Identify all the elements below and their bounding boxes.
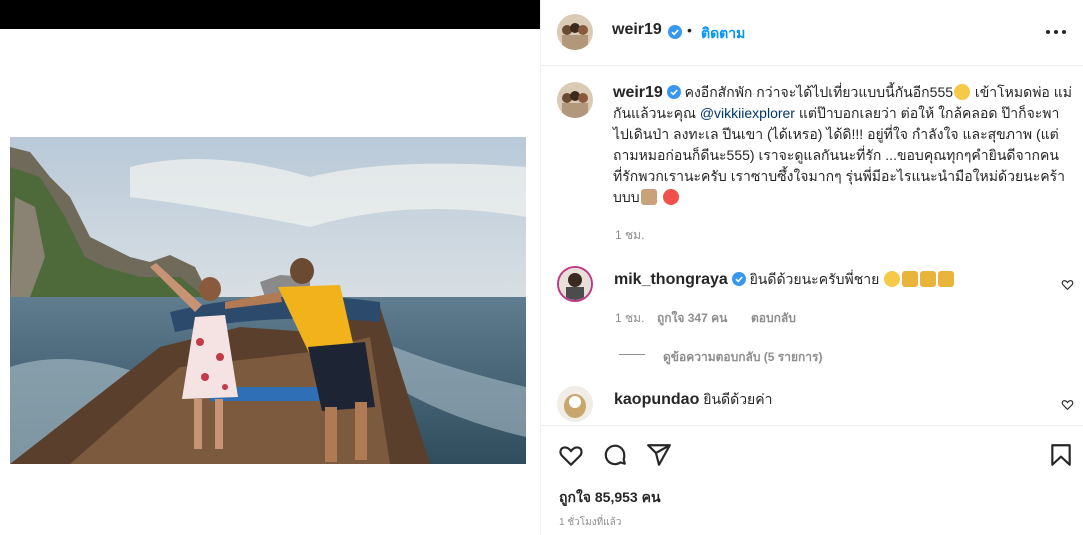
grin-emoji-icon: [954, 84, 971, 100]
comments-section: weir19 คงอีกสักพัก กว่าจะได้ไปเที่ยวแบบน…: [541, 67, 1083, 425]
comment-username[interactable]: kaopundao: [614, 391, 699, 408]
comment-icon[interactable]: [602, 442, 628, 468]
avatar-image: [557, 82, 593, 118]
follow-button[interactable]: ติดตาม: [701, 23, 745, 45]
post-time-ago[interactable]: 1 ชั่วโมงที่แล้ว: [559, 515, 621, 530]
replies-divider: [619, 354, 645, 355]
reply-button[interactable]: ตอบกลับ: [751, 309, 796, 328]
party-popper-emoji-icon: [920, 271, 937, 287]
comment-like-heart-icon[interactable]: [1061, 398, 1074, 411]
avatar-image: [559, 268, 591, 300]
comment-text: mik_thongraya ยินดีด้วยนะครับพี่ชาย: [614, 269, 1034, 290]
author-avatar[interactable]: [557, 14, 593, 50]
more-options-icon[interactable]: [1044, 22, 1068, 42]
comment-like-heart-icon[interactable]: [1061, 278, 1074, 291]
pray-emoji-icon: [640, 189, 657, 205]
heart-eyes-emoji-icon: [662, 189, 679, 205]
grin-emoji-icon: [884, 271, 901, 287]
view-replies-button[interactable]: ดูข้อความตอบกลับ (5 รายการ): [663, 348, 822, 367]
comment-body: ยินดีด้วยค่า: [703, 391, 773, 407]
commenter-avatar[interactable]: [557, 266, 593, 302]
comment-likes[interactable]: ถูกใจ 347 คน: [657, 309, 727, 328]
party-popper-emoji-icon: [938, 271, 955, 287]
verified-badge-icon: [668, 25, 682, 39]
verified-badge-icon: [731, 272, 746, 286]
mention-link[interactable]: @vikkiiexplorer: [700, 105, 795, 121]
comment-text: kaopundao ยินดีด้วยค่า: [614, 389, 1034, 410]
boat-trip-image: [10, 137, 526, 464]
caption-avatar[interactable]: [557, 82, 593, 118]
author-username[interactable]: weir19: [612, 21, 662, 39]
post-actions: ถูกใจ 85,953 คน 1 ชั่วโมงที่แล้ว: [541, 425, 1083, 535]
verified-badge-icon: [666, 85, 681, 99]
post-likes-count[interactable]: ถูกใจ 85,953 คน: [559, 487, 661, 509]
post-side-panel: weir19 • ติดตาม weir19 คงอีกสักพัก กว่าจ…: [540, 0, 1083, 535]
avatar-image: [557, 386, 593, 422]
comment-body: ยินดีด้วยนะครับพี่ชาย: [749, 271, 880, 287]
party-popper-emoji-icon: [902, 271, 919, 287]
media-top-bar: [0, 0, 540, 29]
avatar-image: [557, 14, 593, 50]
post-photo[interactable]: [10, 137, 526, 464]
commenter-avatar[interactable]: [557, 386, 593, 422]
share-icon[interactable]: [646, 442, 672, 468]
bookmark-icon[interactable]: [1048, 442, 1074, 468]
comment-time: 1 ชม.: [615, 311, 645, 325]
caption-username[interactable]: weir19: [613, 84, 663, 101]
caption-time: 1 ชม.: [615, 228, 645, 242]
post-media-pane: [0, 0, 540, 535]
caption-text: weir19 คงอีกสักพัก กว่าจะได้ไปเที่ยวแบบน…: [613, 82, 1073, 208]
separator-dot: •: [687, 22, 692, 38]
comment-username[interactable]: mik_thongraya: [614, 271, 728, 288]
post-header: weir19 • ติดตาม: [541, 0, 1083, 66]
caption-body-1: คงอีกสักพัก กว่าจะได้ไปเที่ยวแบบนี้กันอี…: [684, 84, 954, 100]
heart-icon[interactable]: [558, 442, 584, 468]
